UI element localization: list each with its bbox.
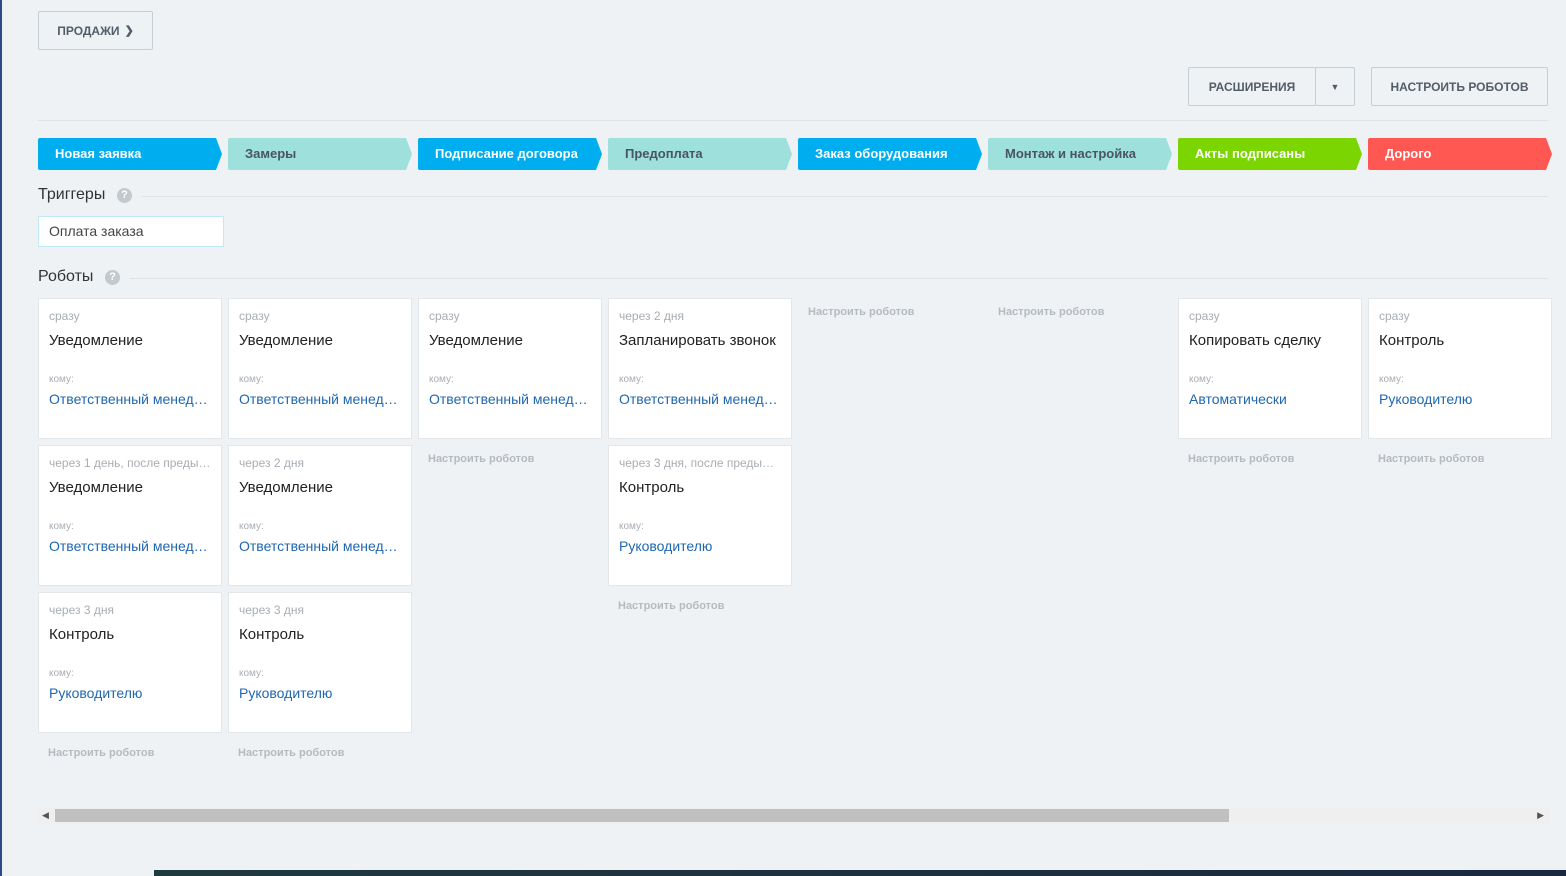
recipient-label: кому: xyxy=(1189,374,1214,385)
recipient-link[interactable]: Ответственный менеджер xyxy=(619,391,781,407)
robot-title: Уведомление xyxy=(239,332,334,349)
robot-card[interactable]: через 1 день, после предыдущего Уведомле… xyxy=(38,445,222,586)
robot-column: сразу Уведомление кому: Ответственный ме… xyxy=(38,298,222,767)
robot-title: Уведомление xyxy=(429,332,524,349)
configure-robots-link[interactable]: Настроить роботов xyxy=(228,739,412,767)
recipient-label: кому: xyxy=(239,521,264,532)
robot-card[interactable]: сразу Уведомление кому: Ответственный ме… xyxy=(418,298,602,439)
configure-robots-link[interactable]: Настроить роботов xyxy=(38,739,222,767)
divider xyxy=(38,120,1548,121)
robot-delay: через 2 дня xyxy=(239,456,304,470)
robot-delay: через 3 дня, после предыдущего xyxy=(619,456,781,470)
trigger-item[interactable]: Оплата заказа xyxy=(38,216,224,247)
robot-delay: через 1 день, после предыдущего xyxy=(49,456,211,470)
robot-card[interactable]: через 2 дня Запланировать звонок кому: О… xyxy=(608,298,792,439)
recipient-link[interactable]: Ответственный менеджер xyxy=(49,391,211,407)
robot-title: Контроль xyxy=(619,479,685,496)
robot-card[interactable]: через 3 дня Контроль кому: Руководителю xyxy=(38,592,222,733)
recipient-label: кому: xyxy=(49,374,74,385)
scroll-right-icon[interactable]: ▶ xyxy=(1537,808,1544,823)
recipient-link[interactable]: Руководителю xyxy=(49,685,211,701)
recipient-label: кому: xyxy=(49,521,74,532)
robot-title: Копировать сделку xyxy=(1189,332,1322,349)
robot-card[interactable]: сразу Копировать сделку кому: Автоматиче… xyxy=(1178,298,1362,439)
robot-delay: через 3 дня xyxy=(49,603,114,617)
recipient-link[interactable]: Ответственный менеджер xyxy=(49,538,211,554)
recipient-label: кому: xyxy=(619,521,644,532)
robot-delay: сразу xyxy=(1189,309,1220,323)
configure-robots-link[interactable]: Настроить роботов xyxy=(418,445,602,473)
stage-tab[interactable]: Дорого xyxy=(1368,138,1552,170)
divider xyxy=(142,196,1548,197)
stage-tab[interactable]: Монтаж и настройка xyxy=(988,138,1172,170)
robot-card[interactable]: сразу Контроль кому: Руководителю xyxy=(1368,298,1552,439)
robot-title: Контроль xyxy=(1379,332,1445,349)
robot-delay: сразу xyxy=(49,309,80,323)
extensions-dropdown-toggle[interactable]: ▼ xyxy=(1315,67,1355,106)
help-icon[interactable]: ? xyxy=(105,270,120,285)
robot-card[interactable]: через 3 дня Контроль кому: Руководителю xyxy=(228,592,412,733)
robot-card[interactable]: сразу Уведомление кому: Ответственный ме… xyxy=(228,298,412,439)
recipient-label: кому: xyxy=(429,374,454,385)
robot-title: Контроль xyxy=(49,626,115,643)
recipient-label: кому: xyxy=(49,668,74,679)
configure-robots-link[interactable]: Настроить роботов xyxy=(1178,445,1362,473)
horizontal-scrollbar[interactable]: ◀ ▶ xyxy=(38,808,1550,823)
robot-delay: сразу xyxy=(429,309,460,323)
robot-column: через 2 дня Запланировать звонок кому: О… xyxy=(608,298,792,620)
configure-robots-link[interactable]: Настроить роботов xyxy=(988,298,1172,326)
robot-card[interactable]: сразу Уведомление кому: Ответственный ме… xyxy=(38,298,222,439)
recipient-label: кому: xyxy=(239,374,264,385)
chevron-down-icon: ❯ xyxy=(124,25,134,37)
scroll-left-icon[interactable]: ◀ xyxy=(42,808,49,823)
configure-robots-link[interactable]: Настроить роботов xyxy=(1368,445,1552,473)
robot-delay: сразу xyxy=(239,309,270,323)
recipient-link[interactable]: Руководителю xyxy=(239,685,401,701)
robot-card[interactable]: через 3 дня, после предыдущего Контроль … xyxy=(608,445,792,586)
robot-column: сразу Контроль кому: Руководителю Настрои… xyxy=(1368,298,1552,473)
robot-title: Запланировать звонок xyxy=(619,332,776,349)
stage-tab[interactable]: Заказ оборудования xyxy=(798,138,982,170)
recipient-label: кому: xyxy=(1379,374,1404,385)
robot-delay: сразу xyxy=(1379,309,1410,323)
recipient-link[interactable]: Руководителю xyxy=(1379,391,1541,407)
scrollbar-thumb[interactable] xyxy=(55,809,1229,822)
robot-delay: через 2 дня xyxy=(619,309,684,323)
configure-robots-link[interactable]: Настроить роботов xyxy=(608,592,792,620)
recipient-link[interactable]: Ответственный менеджер xyxy=(239,538,401,554)
robot-title: Уведомление xyxy=(49,332,144,349)
category-dropdown[interactable]: ПРОДАЖИ ❯ xyxy=(38,11,153,50)
robot-column: сразу Уведомление кому: Ответственный ме… xyxy=(418,298,602,473)
stage-tab[interactable]: Подписание договора xyxy=(418,138,602,170)
help-icon[interactable]: ? xyxy=(117,188,132,203)
triggers-heading: Триггеры xyxy=(38,186,106,203)
extensions-button[interactable]: РАСШИРЕНИЯ xyxy=(1188,67,1316,106)
recipient-link[interactable]: Автоматически xyxy=(1189,391,1351,407)
caret-down-icon: ▼ xyxy=(1330,81,1340,92)
robot-column: сразу Копировать сделку кому: Автоматиче… xyxy=(1178,298,1362,473)
robots-heading: Роботы xyxy=(38,268,94,285)
recipient-link[interactable]: Ответственный менеджер xyxy=(239,391,401,407)
robot-delay: через 3 дня xyxy=(239,603,304,617)
robot-column: Настроить роботов xyxy=(798,298,982,326)
divider xyxy=(130,278,1548,279)
taskbar xyxy=(154,870,1566,876)
robot-column: Настроить роботов xyxy=(988,298,1172,326)
configure-robots-button[interactable]: НАСТРОИТЬ РОБОТОВ xyxy=(1371,67,1548,106)
recipient-label: кому: xyxy=(619,374,644,385)
robot-title: Контроль xyxy=(239,626,305,643)
stage-tab[interactable]: Новая заявка xyxy=(38,138,222,170)
robot-column: сразу Уведомление кому: Ответственный ме… xyxy=(228,298,412,767)
stage-tab[interactable]: Акты подписаны xyxy=(1178,138,1362,170)
configure-robots-link[interactable]: Настроить роботов xyxy=(798,298,982,326)
stage-tab[interactable]: Предоплата xyxy=(608,138,792,170)
recipient-link[interactable]: Ответственный менеджер xyxy=(429,391,591,407)
stage-tab[interactable]: Замеры xyxy=(228,138,412,170)
recipient-label: кому: xyxy=(239,668,264,679)
robot-title: Уведомление xyxy=(49,479,144,496)
recipient-link[interactable]: Руководителю xyxy=(619,538,781,554)
robot-card[interactable]: через 2 дня Уведомление кому: Ответствен… xyxy=(228,445,412,586)
robot-title: Уведомление xyxy=(239,479,334,496)
